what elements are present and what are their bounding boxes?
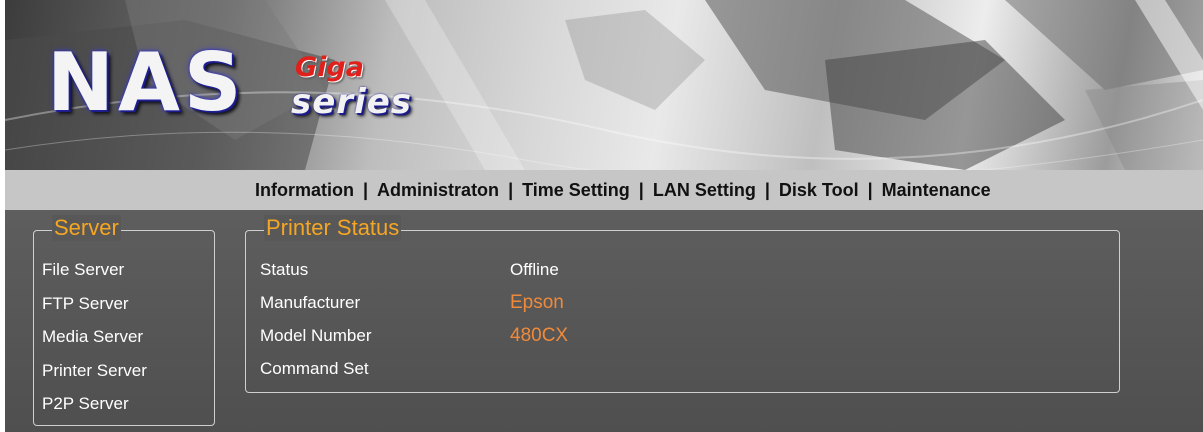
nav-maintenance[interactable]: Maintenance [882,180,991,201]
sidebar-item-file-server[interactable]: File Server [42,253,147,287]
sidebar-item-ftp-server[interactable]: FTP Server [42,287,147,321]
nav-disk-tool[interactable]: Disk Tool [779,180,859,201]
logo-giga-text: Giga [295,52,364,83]
sidebar-item-media-server[interactable]: Media Server [42,320,147,354]
status-value: Offline [510,260,559,279]
top-nav-bar: Information | Administraton | Time Setti… [5,170,1203,210]
nav-administration[interactable]: Administraton [377,180,499,201]
logo-series-text: series [291,82,413,122]
model-number-label: Model Number [260,326,372,345]
printer-status-title: Printer Status [264,215,402,241]
command-set-row: Command Set [260,352,860,385]
server-menu: File Server FTP Server Media Server Prin… [42,253,147,421]
nav-separator: | [363,179,369,200]
nav-separator: | [508,179,514,200]
server-sidebar: Server File Server FTP Server Media Serv… [33,215,215,426]
nav-separator: | [764,179,770,200]
nas-giga-series-logo: NAS Giga series [47,38,447,128]
server-sidebar-title: Server [52,215,121,241]
sidebar-item-p2p-server[interactable]: P2P Server [42,387,147,421]
model-number-row: Model Number 480CX [260,319,860,352]
manufacturer-value: Epson [510,292,564,313]
command-set-label: Command Set [260,359,369,378]
content-area: Server File Server FTP Server Media Serv… [5,210,1203,432]
header-banner: NAS Giga series [5,0,1203,170]
nav-information[interactable]: Information [255,180,354,201]
printer-status-panel: Printer Status Status Offline Manufactur… [245,215,1120,393]
manufacturer-label: Manufacturer [260,293,361,312]
nav-separator: | [867,179,873,200]
nav-separator: | [638,179,644,200]
status-label: Status [260,260,309,279]
manufacturer-row: Manufacturer Epson [260,286,860,319]
model-number-value: 480CX [510,325,569,346]
nav-time-setting[interactable]: Time Setting [522,180,630,201]
main-nav: Information | Administraton | Time Setti… [255,170,991,210]
nav-lan-setting[interactable]: LAN Setting [653,180,756,201]
printer-status-list: Status Offline Manufacturer Epson Model … [260,253,860,385]
status-row: Status Offline [260,253,860,286]
logo-nas-text: NAS [47,36,246,129]
sidebar-item-printer-server[interactable]: Printer Server [42,354,147,388]
